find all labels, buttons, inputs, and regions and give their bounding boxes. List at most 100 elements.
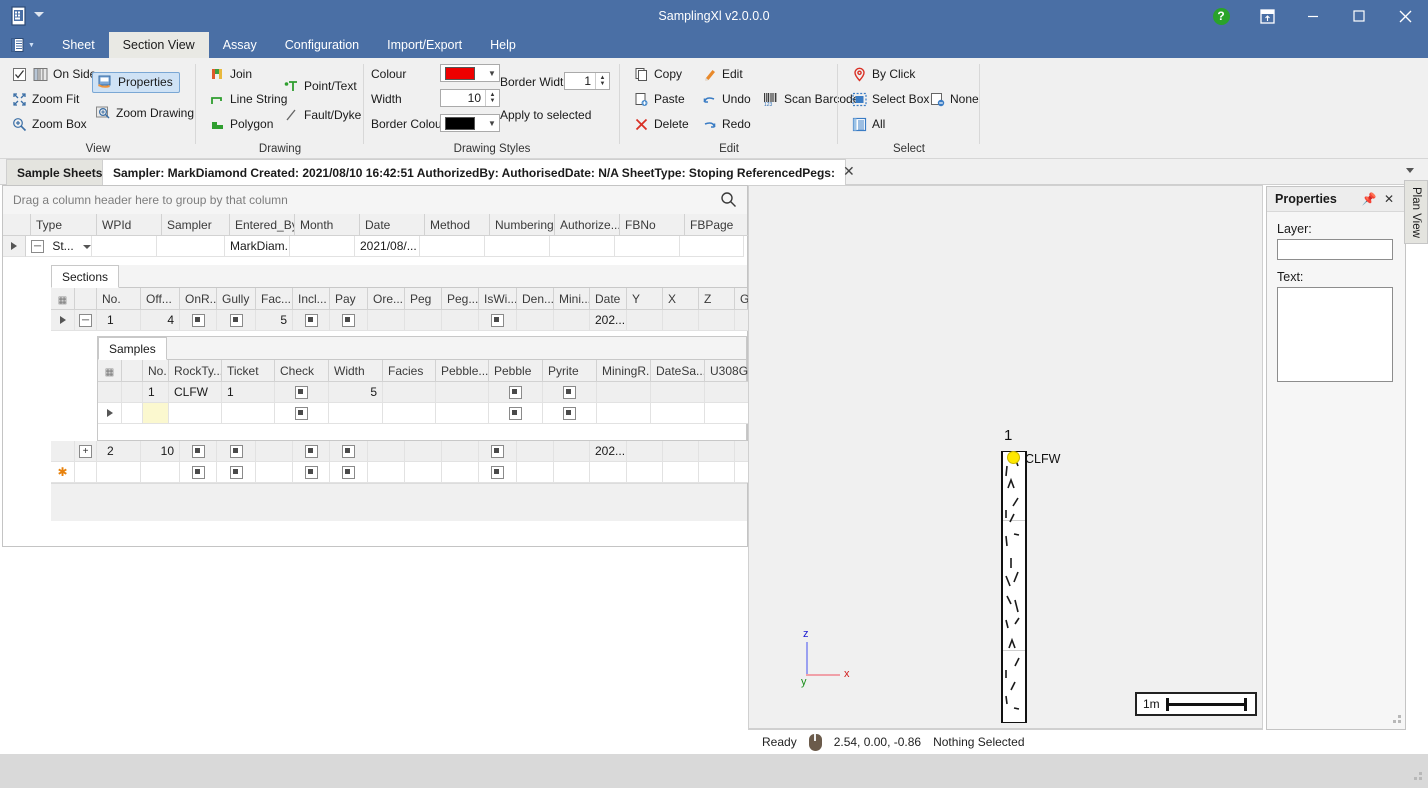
cell-smp-miningr[interactable] xyxy=(597,403,651,424)
cell-smp-rocktype[interactable]: CLFW xyxy=(169,382,222,403)
col-smp-ticket[interactable]: Ticket xyxy=(222,360,275,382)
cell-sec-den[interactable] xyxy=(517,310,554,331)
cell-smp-rocktype[interactable] xyxy=(169,403,222,424)
cell-smp-ticket[interactable] xyxy=(222,403,275,424)
cell-sec-iswi[interactable] xyxy=(479,441,517,462)
cell-smp-facies[interactable] xyxy=(383,403,436,424)
cell-sec-peg[interactable] xyxy=(405,441,442,462)
cell-sec-off[interactable] xyxy=(141,462,180,483)
border-colour-combo[interactable]: ▼ xyxy=(440,114,500,132)
new-row-indicator[interactable]: ✱ xyxy=(51,462,75,483)
width-spinner[interactable]: 10 ▲▼ xyxy=(440,89,500,107)
cell-sec-incl[interactable] xyxy=(293,441,330,462)
zoom-box-button[interactable]: Zoom Box xyxy=(8,115,90,133)
colour-combo[interactable]: ▼ xyxy=(440,64,500,82)
cell-smp-pebble-size[interactable] xyxy=(436,403,489,424)
cell-wpid[interactable] xyxy=(92,236,157,257)
zoom-fit-button[interactable]: Zoom Fit xyxy=(8,90,82,108)
fault-dyke-button[interactable]: Fault/Dyke xyxy=(280,106,364,124)
help-button[interactable]: ? xyxy=(1198,0,1244,32)
row-expander[interactable] xyxy=(75,462,97,483)
close-icon[interactable]: ✕ xyxy=(843,163,855,180)
cell-sec-peg[interactable] xyxy=(405,462,442,483)
cell-sec-x[interactable] xyxy=(663,462,699,483)
col-fbno[interactable]: FBNo xyxy=(620,214,685,236)
col-smp-check[interactable]: Check xyxy=(275,360,329,382)
text-textarea[interactable] xyxy=(1277,287,1393,382)
table-row[interactable]: + 2 10 202... xyxy=(51,441,747,462)
col-smp-rocktype[interactable]: RockTy... xyxy=(169,360,222,382)
tab-help[interactable]: Help xyxy=(476,32,530,58)
undo-button[interactable]: Undo xyxy=(698,90,754,108)
delete-button[interactable]: Delete xyxy=(630,115,692,133)
ribbon-display-button[interactable] xyxy=(1244,0,1290,32)
cell-smp-facies[interactable] xyxy=(383,382,436,403)
select-box-button[interactable]: Select Box xyxy=(848,90,932,108)
col-sec-peg2[interactable]: Peg... xyxy=(442,288,479,310)
tab-sheet[interactable]: Sheet xyxy=(48,32,109,58)
row-expander[interactable]: ─ xyxy=(75,310,97,331)
col-fbpage[interactable]: FBPage xyxy=(685,214,749,236)
cell-sec-no[interactable] xyxy=(97,462,141,483)
cell-sec-z[interactable] xyxy=(699,441,735,462)
col-entered-by[interactable]: Entered_By xyxy=(230,214,295,236)
cell-sec-iswi[interactable] xyxy=(479,462,517,483)
layer-input[interactable] xyxy=(1277,239,1393,260)
col-smp-pebble[interactable]: Pebble xyxy=(489,360,543,382)
col-sec-off[interactable]: Off... xyxy=(141,288,180,310)
checkbox-icon[interactable] xyxy=(11,66,27,82)
cell-smp-pyrite[interactable] xyxy=(543,403,597,424)
stope-section-shape[interactable] xyxy=(1001,451,1027,723)
cell-sec-den[interactable] xyxy=(517,462,554,483)
column-chooser-icon[interactable]: ▦ xyxy=(98,360,122,382)
section-view-canvas[interactable]: 1 CLFW z x y xyxy=(748,185,1263,730)
pin-icon[interactable]: 📌 xyxy=(1361,192,1377,206)
cell-sec-fac[interactable]: 5 xyxy=(256,310,293,331)
cell-sec-peg2[interactable] xyxy=(442,441,479,462)
spinner-arrows-icon[interactable]: ▲▼ xyxy=(485,90,499,106)
table-row[interactable] xyxy=(98,403,746,424)
col-smp-width[interactable]: Width xyxy=(329,360,383,382)
select-none-button[interactable]: None xyxy=(926,90,982,108)
edit-button[interactable]: Edit xyxy=(698,65,746,83)
cell-smp-pyrite[interactable] xyxy=(543,382,597,403)
cell-sec-gully[interactable] xyxy=(217,310,256,331)
tab-sections[interactable]: Sections xyxy=(51,265,119,288)
resize-grip[interactable] xyxy=(1388,712,1402,726)
col-sec-z[interactable]: Z xyxy=(699,288,735,310)
cell-sec-x[interactable] xyxy=(663,310,699,331)
col-type[interactable]: Type xyxy=(31,214,97,236)
apply-to-selected-button[interactable]: Apply to selected xyxy=(500,108,591,122)
col-sec-gully[interactable]: Gully xyxy=(217,288,256,310)
redo-button[interactable]: Redo xyxy=(698,115,754,133)
tab-assay[interactable]: Assay xyxy=(209,32,271,58)
col-date[interactable]: Date xyxy=(360,214,425,236)
row-indicator[interactable] xyxy=(51,310,75,331)
cell-authorize[interactable] xyxy=(550,236,615,257)
peg-marker[interactable] xyxy=(1007,451,1020,464)
close-icon[interactable]: ✕ xyxy=(1381,192,1397,206)
cell-sec-y[interactable] xyxy=(627,310,663,331)
tab-active-sheet[interactable]: Sampler: MarkDiamond Created: 2021/08/10… xyxy=(102,159,846,185)
cell-sec-peg2[interactable] xyxy=(442,462,479,483)
cell-sec-pay[interactable] xyxy=(330,462,368,483)
cell-sec-no[interactable]: 2 xyxy=(97,441,141,462)
group-by-bar[interactable]: Drag a column header here to group by th… xyxy=(3,186,747,215)
col-wpid[interactable]: WPId xyxy=(97,214,162,236)
search-icon[interactable] xyxy=(720,191,737,211)
col-month[interactable]: Month xyxy=(295,214,360,236)
cell-sec-onr[interactable] xyxy=(180,441,217,462)
cell-smp-no[interactable]: 1 xyxy=(143,382,169,403)
cell-sec-den[interactable] xyxy=(517,441,554,462)
col-sec-fac[interactable]: Fac... xyxy=(256,288,293,310)
col-sec-pay[interactable]: Pay xyxy=(330,288,368,310)
col-sec-y[interactable]: Y xyxy=(627,288,663,310)
row-indicator[interactable] xyxy=(98,403,122,424)
line-string-button[interactable]: Line String xyxy=(206,90,290,108)
zoom-drawing-button[interactable]: Zoom Drawing xyxy=(92,104,197,122)
tab-configuration[interactable]: Configuration xyxy=(271,32,373,58)
cell-sec-peg[interactable] xyxy=(405,310,442,331)
cell-sec-no[interactable]: 1 xyxy=(97,310,141,331)
col-sec-peg[interactable]: Peg xyxy=(405,288,442,310)
cell-sec-incl[interactable] xyxy=(293,462,330,483)
